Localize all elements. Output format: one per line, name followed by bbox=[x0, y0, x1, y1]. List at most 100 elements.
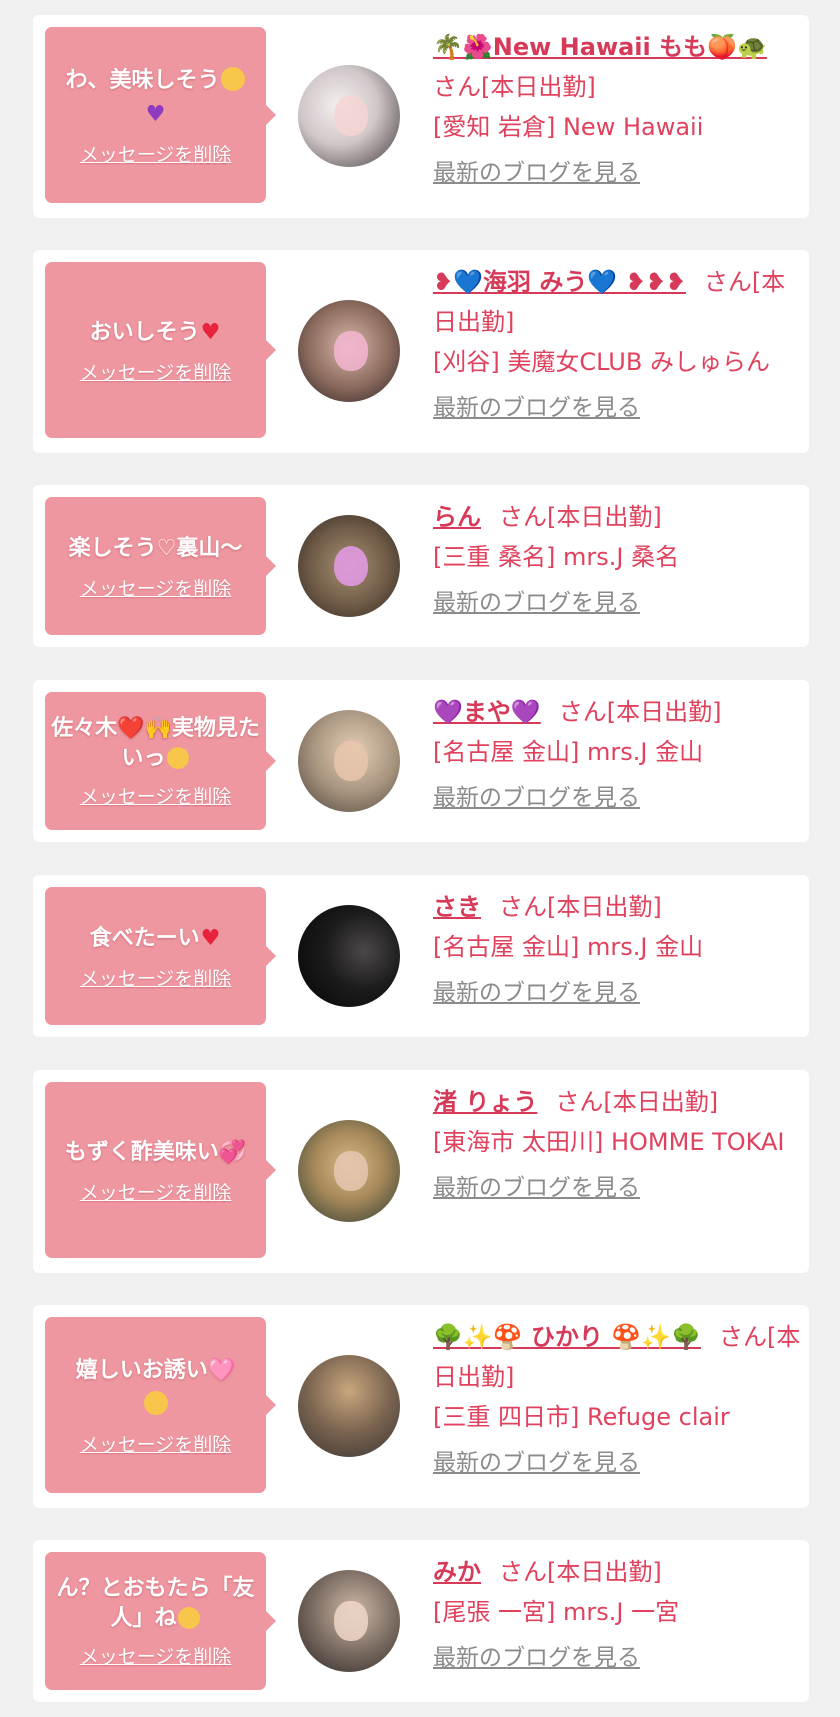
list-item: もずく酢美味い💞 メッセージを削除 渚 りょう さん[本日出勤] [東海市 太田川… bbox=[33, 1070, 809, 1273]
message-bubble: 楽しそう♡裏山〜 メッセージを削除 bbox=[45, 497, 276, 635]
profile-name-link[interactable]: 🌳✨🍄 ひかり 🍄✨🌳 bbox=[433, 1323, 701, 1351]
latest-blog-link[interactable]: 最新のブログを見る bbox=[433, 1168, 803, 1208]
latest-blog-link[interactable]: 最新のブログを見る bbox=[433, 153, 803, 193]
shop-text: [名古屋 金山] mrs.J 金山 bbox=[433, 933, 704, 961]
shop-text: [三重 四日市] Refuge clair bbox=[433, 1403, 730, 1431]
avatar[interactable] bbox=[298, 1120, 400, 1222]
list-item: 佐々木❤️🙌実物見たいっ メッセージを削除 💜まや💜 さん[本日出勤] [名古屋 … bbox=[33, 680, 809, 842]
message-text-wrap: おいしそう♥ bbox=[90, 316, 222, 350]
message-bubble: 嬉しいお誘い🩷 メッセージを削除 bbox=[45, 1317, 276, 1493]
shop-text: [愛知 岩倉] New Hawaii bbox=[433, 113, 704, 141]
message-text: おいしそう bbox=[89, 319, 200, 345]
message-text-wrap: 食べたーい♥ bbox=[90, 922, 222, 956]
list-item: 食べたーい♥ メッセージを削除 さき さん[本日出勤] [名古屋 金山] mrs.… bbox=[33, 875, 809, 1037]
message-text: 楽しそう♡裏山〜 bbox=[68, 535, 243, 561]
latest-blog-link[interactable]: 最新のブログを見る bbox=[433, 1638, 803, 1678]
hand-over-mouth-face-icon bbox=[177, 1606, 200, 1629]
status-text: さん[本日出勤] bbox=[499, 893, 662, 921]
face-blur bbox=[333, 740, 369, 782]
avatar[interactable] bbox=[298, 300, 400, 402]
profile-name-link[interactable]: ❥💙海羽 みう💙 ❥❥❥ bbox=[433, 268, 686, 296]
message-bubble: 佐々木❤️🙌実物見たいっ メッセージを削除 bbox=[45, 692, 276, 830]
list-item: 嬉しいお誘い🩷 メッセージを削除 🌳✨🍄 ひかり 🍄✨🌳 さん[本日出勤] [三重… bbox=[33, 1305, 809, 1508]
profile-info: 🌴🌺New Hawaii もも🍑🐢 さん[本日出勤] [愛知 岩倉] New H… bbox=[433, 27, 803, 193]
face-blur bbox=[333, 545, 369, 587]
message-list: わ、美味しそう ♥ メッセージを削除 🌴🌺New Hawaii もも🍑🐢 さん[… bbox=[0, 0, 840, 1717]
face-blur bbox=[333, 95, 369, 137]
delete-message-link[interactable]: メッセージを削除 bbox=[80, 1642, 232, 1669]
message-bubble: おいしそう♥ メッセージを削除 bbox=[45, 262, 276, 438]
message-bubble: もずく酢美味い💞 メッセージを削除 bbox=[45, 1082, 276, 1258]
delete-message-link[interactable]: メッセージを削除 bbox=[80, 782, 232, 809]
latest-blog-link[interactable]: 最新のブログを見る bbox=[433, 973, 803, 1013]
message-text-wrap: ん？とおもたら「友人」ね bbox=[51, 1574, 260, 1634]
list-item: 楽しそう♡裏山〜 メッセージを削除 らん さん[本日出勤] [三重 桑名] mrs… bbox=[33, 485, 809, 647]
delete-message-link[interactable]: メッセージを削除 bbox=[80, 1178, 232, 1205]
shop-text: [名古屋 金山] mrs.J 金山 bbox=[433, 738, 704, 766]
message-bubble: わ、美味しそう ♥ メッセージを削除 bbox=[45, 27, 276, 203]
message-bubble: 食べたーい♥ メッセージを削除 bbox=[45, 887, 276, 1025]
shop-text: [三重 桑名] mrs.J 桑名 bbox=[433, 543, 680, 571]
list-item: おいしそう♥ メッセージを削除 ❥💙海羽 みう💙 ❥❥❥ さん[本日出勤] [刈谷… bbox=[33, 250, 809, 453]
profile-info: らん さん[本日出勤] [三重 桑名] mrs.J 桑名 最新のブログを見る bbox=[433, 497, 803, 623]
profile-info: 💜まや💜 さん[本日出勤] [名古屋 金山] mrs.J 金山 最新のブログを見る bbox=[433, 692, 803, 818]
avatar[interactable] bbox=[298, 515, 400, 617]
avatar[interactable] bbox=[298, 65, 400, 167]
delete-message-link[interactable]: メッセージを削除 bbox=[80, 574, 232, 601]
message-text-wrap: 嬉しいお誘い🩷 bbox=[76, 1354, 235, 1422]
message-text-wrap: もずく酢美味い💞 bbox=[65, 1136, 246, 1170]
shop-text: [東海市 太田川] HOMME TOKAI bbox=[433, 1128, 785, 1156]
profile-name-link[interactable]: 🌴🌺New Hawaii もも🍑🐢 bbox=[433, 33, 767, 61]
message-text-wrap: 楽しそう♡裏山〜 bbox=[69, 532, 243, 566]
message-text-wrap: 佐々木❤️🙌実物見たいっ bbox=[51, 714, 260, 774]
profile-info: 🌳✨🍄 ひかり 🍄✨🌳 さん[本日出勤] [三重 四日市] Refuge clai… bbox=[433, 1317, 803, 1483]
list-item: わ、美味しそう ♥ メッセージを削除 🌴🌺New Hawaii もも🍑🐢 さん[… bbox=[33, 15, 809, 218]
face-blur bbox=[333, 330, 369, 372]
list-item: ん？とおもたら「友人」ね メッセージを削除 みか さん[本日出勤] [尾張 一宮]… bbox=[33, 1540, 809, 1702]
latest-blog-link[interactable]: 最新のブログを見る bbox=[433, 778, 803, 818]
profile-info: 渚 りょう さん[本日出勤] [東海市 太田川] HOMME TOKAI 最新のブ… bbox=[433, 1082, 803, 1208]
status-text: さん[本日出勤] bbox=[555, 1088, 719, 1116]
avatar[interactable] bbox=[298, 710, 400, 812]
relieved-face-icon bbox=[220, 66, 245, 91]
message-text: もずく酢美味い💞 bbox=[64, 1139, 247, 1165]
profile-name-link[interactable]: さき bbox=[433, 893, 481, 921]
message-text-wrap: わ、美味しそう ♥ bbox=[65, 64, 245, 132]
latest-blog-link[interactable]: 最新のブログを見る bbox=[433, 583, 803, 623]
delete-message-link[interactable]: メッセージを削除 bbox=[80, 964, 232, 991]
status-text: さん[本日出勤] bbox=[558, 698, 722, 726]
status-text: さん[本日出勤] bbox=[499, 1558, 662, 1586]
message-text: ん？とおもたら「友人」ね bbox=[56, 1575, 255, 1631]
face-blur bbox=[333, 1150, 369, 1192]
avatar[interactable] bbox=[298, 905, 400, 1007]
red-heart-icon: ♥ bbox=[200, 925, 221, 951]
message-text: 嬉しいお誘い🩷 bbox=[75, 1357, 236, 1383]
message-text: 佐々木❤️🙌実物見たいっ bbox=[51, 715, 260, 771]
profile-info: みか さん[本日出勤] [尾張 一宮] mrs.J 一宮 最新のブログを見る bbox=[433, 1552, 803, 1678]
profile-info: ❥💙海羽 みう💙 ❥❥❥ さん[本日出勤] [刈谷] 美魔女CLUB みしゅらん … bbox=[433, 262, 803, 428]
status-text: さん[本日出勤] bbox=[499, 503, 662, 531]
smiling-face-icon bbox=[143, 1390, 168, 1415]
shop-text: [尾張 一宮] mrs.J 一宮 bbox=[433, 1598, 680, 1626]
red-heart-icon: ♥ bbox=[200, 319, 221, 345]
face-blur bbox=[333, 1600, 369, 1642]
profile-info: さき さん[本日出勤] [名古屋 金山] mrs.J 金山 最新のブログを見る bbox=[433, 887, 803, 1013]
avatar[interactable] bbox=[298, 1570, 400, 1672]
purple-heart-icon: ♥ bbox=[145, 101, 166, 127]
message-text: わ、美味しそう bbox=[65, 67, 220, 93]
shop-text: [刈谷] 美魔女CLUB みしゅらん bbox=[433, 348, 770, 376]
profile-name-link[interactable]: 💜まや💜 bbox=[433, 698, 541, 726]
profile-name-link[interactable]: らん bbox=[433, 503, 481, 531]
status-text: さん[本日出勤] bbox=[433, 73, 596, 101]
latest-blog-link[interactable]: 最新のブログを見る bbox=[433, 1443, 803, 1483]
delete-message-link[interactable]: メッセージを削除 bbox=[80, 140, 232, 167]
avatar[interactable] bbox=[298, 1355, 400, 1457]
latest-blog-link[interactable]: 最新のブログを見る bbox=[433, 388, 803, 428]
delete-message-link[interactable]: メッセージを削除 bbox=[80, 358, 232, 385]
pleading-face-icon bbox=[166, 746, 189, 769]
profile-name-link[interactable]: 渚 りょう bbox=[433, 1088, 537, 1116]
delete-message-link[interactable]: メッセージを削除 bbox=[80, 1430, 232, 1457]
profile-name-link[interactable]: みか bbox=[433, 1558, 481, 1586]
message-bubble: ん？とおもたら「友人」ね メッセージを削除 bbox=[45, 1552, 276, 1690]
message-text: 食べたーい bbox=[89, 925, 200, 951]
